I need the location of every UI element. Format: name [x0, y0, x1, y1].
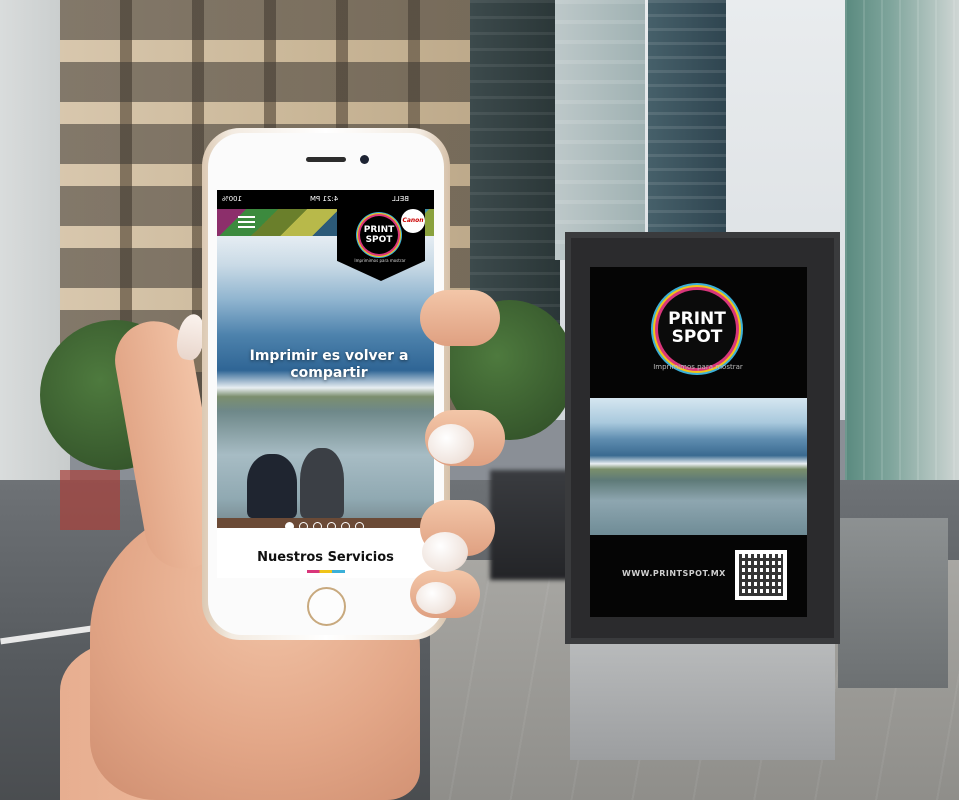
finger-index	[420, 290, 500, 346]
services-underline	[307, 570, 345, 573]
services-title: Nuestros Servicios	[257, 550, 394, 565]
carousel-dot-2[interactable]	[299, 522, 308, 531]
status-time: 4:21 PM	[310, 195, 339, 203]
nail-ring	[422, 532, 468, 572]
person-right	[300, 448, 344, 518]
blurred-sign	[60, 470, 120, 530]
kiosk	[838, 518, 948, 688]
billboard-stand	[570, 640, 835, 760]
carousel-dot-5[interactable]	[341, 522, 350, 531]
logo-line1: PRINT	[363, 225, 395, 235]
home-button[interactable]	[307, 587, 346, 626]
front-camera	[360, 155, 369, 164]
phone-screen: 100% 4:21 PM BELL Imprimir es volver a c…	[217, 190, 434, 578]
logo-tagline: Imprimimos para mostrar	[354, 258, 406, 263]
billboard-logo: PRINT SPOT	[658, 290, 736, 368]
carousel-dot-1[interactable]	[285, 522, 294, 531]
billboard-url: WWW.PRINTSPOT.MX	[622, 569, 726, 578]
nail-little	[416, 582, 456, 614]
nail-middle	[428, 424, 474, 464]
carousel-dot-4[interactable]	[327, 522, 336, 531]
billboard-logo-line2: SPOT	[671, 327, 723, 347]
billboard-tagline: Imprimimos para mostrar	[653, 363, 743, 371]
hero-title: Imprimir es volver a compartir	[249, 348, 409, 381]
status-carrier: BELL	[392, 195, 410, 203]
blurred-car	[490, 470, 570, 580]
carousel-dot-3[interactable]	[313, 522, 322, 531]
building-glass-light	[555, 0, 645, 260]
hero-slide[interactable]: Imprimir es volver a compartir	[217, 236, 434, 528]
status-bar: 100% 4:21 PM BELL	[217, 190, 434, 209]
building-glass-dark	[470, 0, 560, 340]
building-right	[845, 0, 959, 500]
logo-line2: SPOT	[365, 235, 393, 245]
street-scene: PRINT SPOT Imprimimos para mostrar WWW.P…	[0, 0, 959, 800]
carousel-dot-6[interactable]	[355, 522, 364, 531]
status-battery: 100%	[222, 195, 243, 203]
building-glass-blue	[648, 0, 726, 250]
hamburger-icon[interactable]	[238, 216, 255, 229]
speaker-grille	[306, 157, 346, 162]
carousel-dots	[285, 522, 367, 532]
billboard-photo	[590, 398, 807, 535]
canon-badge: Canon	[401, 209, 425, 233]
person-left	[247, 454, 297, 518]
billboard-logo-line1: PRINT	[668, 309, 726, 329]
printspot-logo: PRINT SPOT	[360, 216, 398, 254]
qr-code-icon	[735, 550, 787, 600]
